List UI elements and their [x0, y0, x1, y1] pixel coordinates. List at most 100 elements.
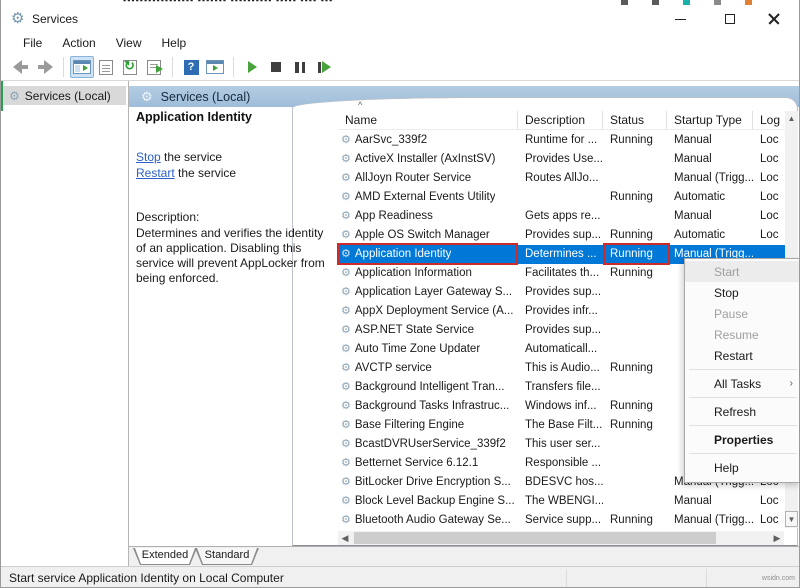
show-action-pane-button[interactable]: [203, 56, 227, 78]
column-header-description[interactable]: Description: [518, 111, 603, 129]
show-console-tree-button[interactable]: [70, 56, 94, 78]
scroll-right-icon[interactable]: ▶: [770, 533, 784, 544]
restart-service-button[interactable]: [312, 56, 336, 78]
context-menu-item-restart[interactable]: Restart: [685, 345, 799, 366]
cell-description: Provides Use...: [525, 153, 603, 165]
tab-extended[interactable]: Extended: [133, 548, 197, 565]
context-menu-item-help[interactable]: Help: [685, 457, 799, 478]
close-button[interactable]: [757, 8, 791, 30]
cell-log-on-as: Loc: [760, 172, 779, 184]
service-gear-icon: ⚙: [341, 514, 351, 526]
service-gear-icon: ⚙: [341, 153, 351, 165]
tab-standard[interactable]: Standard: [195, 548, 259, 565]
cell-startup-type: Automatic: [674, 191, 726, 203]
top-watermark-speck: [652, 0, 659, 5]
service-gear-icon: ⚙: [341, 495, 351, 507]
stop-service-button[interactable]: [264, 56, 288, 78]
maximize-button[interactable]: [713, 8, 747, 30]
pause-service-button[interactable]: [288, 56, 312, 78]
scrollbar-thumb[interactable]: [354, 532, 716, 544]
horizontal-scrollbar[interactable]: ◀ ▶: [338, 531, 784, 545]
cell-log-on-as: Loc: [760, 153, 779, 165]
table-row[interactable]: ⚙ ActiveX Installer (AxInstSV) Provides Us…: [338, 150, 785, 169]
table-row[interactable]: ⚙ Block Level Backup Engine S... The WBENG…: [338, 492, 785, 511]
cell-description: Provides sup...: [525, 324, 602, 336]
menu-file[interactable]: File: [13, 33, 52, 53]
pause-icon: [295, 61, 305, 73]
export-list-button[interactable]: [142, 56, 166, 78]
cell-status: [603, 283, 667, 302]
stop-icon: [271, 62, 281, 72]
menu-separator: [689, 397, 797, 398]
properties-button[interactable]: [94, 56, 118, 78]
toolbar: ↻ ?: [1, 54, 799, 81]
table-row[interactable]: ⚙ Bluetooth Audio Gateway Se... Service su…: [338, 511, 785, 530]
cell-status: [603, 207, 667, 226]
view-tabs: Extended Standard: [129, 546, 799, 566]
cell-log-on-as: Loc: [760, 495, 779, 507]
context-menu-item-properties[interactable]: Properties: [685, 429, 799, 450]
table-row[interactable]: ⚙ AllJoyn Router Service Routes AllJo... Ma…: [338, 169, 785, 188]
cell-name: ⚙ ASP.NET State Service: [338, 321, 518, 340]
cell-description: Routes AllJo...: [525, 172, 599, 184]
cell-name: ⚙ AppX Deployment Service (A...: [338, 302, 518, 321]
scroll-left-icon[interactable]: ◀: [338, 533, 352, 544]
cell-status: [603, 150, 667, 169]
context-menu-item-refresh[interactable]: Refresh: [685, 401, 799, 422]
cell-name: ⚙ Apple OS Switch Manager: [338, 226, 518, 245]
scroll-up-icon[interactable]: ▲: [785, 111, 798, 126]
cell-status: [603, 169, 667, 188]
forward-button[interactable]: [33, 56, 57, 78]
menu-help[interactable]: Help: [152, 33, 197, 53]
console-tree-pane: [1, 81, 128, 566]
list-header: Name Description Status Startup Type Log: [338, 111, 785, 130]
scroll-down-icon[interactable]: ▼: [785, 511, 798, 527]
menu-action[interactable]: Action: [52, 33, 105, 53]
cell-status: [603, 302, 667, 321]
cell-status: [603, 492, 667, 511]
selected-service-title: Application Identity: [136, 110, 252, 124]
context-menu-item-all-tasks[interactable]: All Tasks ›: [685, 373, 799, 394]
cell-startup-type: Manual: [674, 134, 712, 146]
table-row[interactable]: ⚙ App Readiness Gets apps re... Manual Loc: [338, 207, 785, 226]
start-service-button[interactable]: [240, 56, 264, 78]
service-gear-icon: ⚙: [341, 191, 351, 203]
cell-description: This is Audio...: [525, 362, 600, 374]
column-header-log[interactable]: Log: [753, 111, 785, 129]
tree-item-label: Services (Local): [24, 88, 111, 103]
cell-status: Running: [610, 362, 653, 374]
table-row[interactable]: ⚙ AarSvc_339f2 Runtime for ... Running Manua…: [338, 131, 785, 150]
help-button[interactable]: ?: [179, 56, 203, 78]
pane-divider[interactable]: [128, 81, 129, 566]
cell-status: [603, 321, 667, 340]
cell-name: ⚙ Background Intelligent Tran...: [338, 378, 518, 397]
window-title: Services: [32, 12, 79, 26]
back-button[interactable]: [9, 56, 33, 78]
cell-name: ⚙ BcastDVRUserService_339f2: [338, 435, 518, 454]
service-gear-icon: ⚙: [341, 305, 351, 317]
column-header-status[interactable]: Status: [603, 111, 667, 129]
restart-service-link[interactable]: Restart: [136, 166, 175, 180]
cell-log-on-as: Loc: [760, 229, 779, 241]
cell-status: Running: [610, 134, 653, 146]
service-gear-icon: ⚙: [341, 248, 351, 260]
info-pane: Application Identity Stop the service Re…: [136, 110, 333, 285]
table-row[interactable]: ⚙ AMD External Events Utility Running Autom…: [338, 188, 785, 207]
table-row[interactable]: ⚙ Apple OS Switch Manager Provides sup... R…: [338, 226, 785, 245]
cell-startup-type: Automatic: [674, 229, 726, 241]
column-header-startup-type[interactable]: Startup Type: [667, 111, 753, 129]
stop-service-link[interactable]: Stop: [136, 150, 161, 164]
column-header-name[interactable]: Name: [338, 111, 518, 129]
panel-header-title: Services (Local): [160, 89, 251, 104]
tree-item-services-local[interactable]: ⚙ Services (Local): [3, 86, 126, 105]
menu-view[interactable]: View: [106, 33, 152, 53]
service-gear-icon: ⚙: [341, 362, 351, 374]
cell-description: BDESVC hos...: [525, 476, 603, 488]
refresh-button[interactable]: ↻: [118, 56, 142, 78]
help-icon: ?: [183, 59, 199, 75]
cell-log-on-as: Loc: [760, 210, 779, 222]
minimize-button[interactable]: [663, 8, 697, 30]
context-menu-item-stop[interactable]: Stop: [685, 282, 799, 303]
cell-name: ⚙ Betternet Service 6.12.1: [338, 454, 518, 473]
action-pane-icon: [206, 60, 224, 74]
